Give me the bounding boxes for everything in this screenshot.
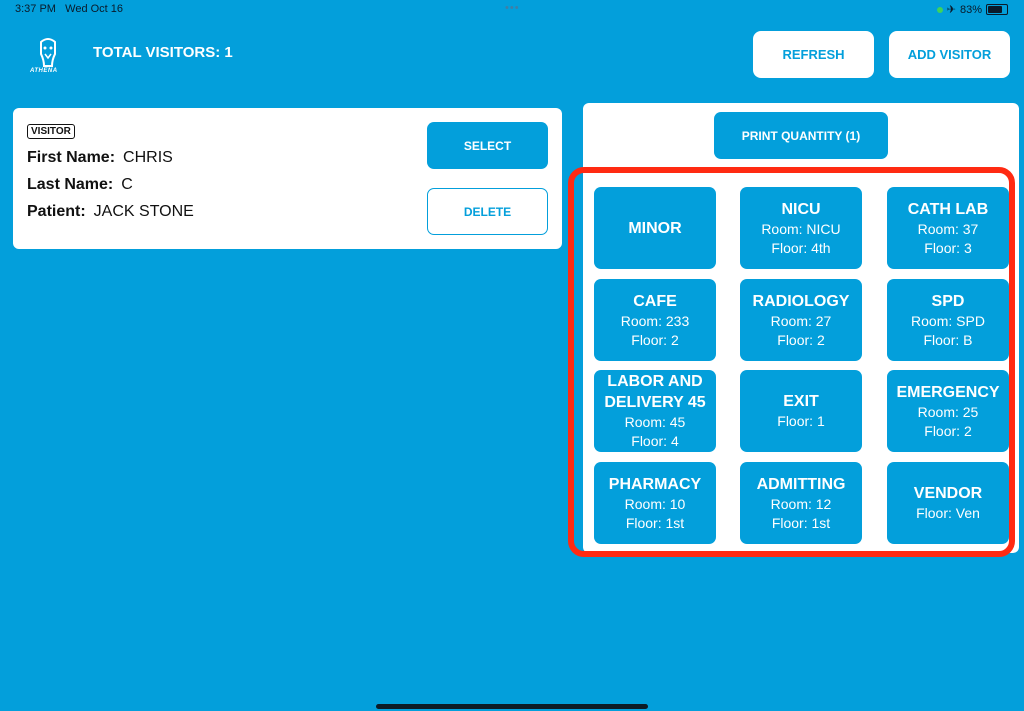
refresh-button[interactable]: REFRESH — [753, 31, 874, 78]
status-right: ✈ 83% — [936, 3, 1008, 16]
first-name-label: First Name: — [27, 149, 116, 166]
home-indicator[interactable] — [376, 704, 648, 709]
visitor-badge: VISITOR — [27, 124, 75, 139]
battery-icon — [986, 4, 1008, 15]
status-bar: 3:37 PM Wed Oct 16 ••• ✈ 83% — [0, 0, 1024, 20]
add-visitor-button[interactable]: ADD VISITOR — [889, 31, 1010, 78]
last-name-value: C — [121, 176, 133, 193]
select-button[interactable]: SELECT — [427, 122, 548, 169]
status-date: Wed Oct 16 — [65, 3, 124, 15]
logo-text: ATHENA — [30, 68, 58, 74]
battery-percent: 83% — [959, 3, 982, 16]
indicator-dot-icon — [936, 6, 943, 13]
status-time: 3:37 PM Wed Oct 16 — [15, 3, 124, 15]
highlight-box — [568, 167, 1015, 557]
airplane-icon: ✈ — [946, 4, 956, 16]
patient-row: Patient: JACK STONE — [27, 203, 194, 221]
first-name-row: First Name: CHRIS — [27, 149, 173, 167]
delete-button[interactable]: DELETE — [427, 188, 548, 235]
patient-label: Patient: — [27, 203, 86, 220]
last-name-row: Last Name: C — [27, 176, 133, 194]
patient-value: JACK STONE — [93, 203, 194, 220]
first-name-value: CHRIS — [123, 149, 173, 166]
print-quantity-button[interactable]: PRINT QUANTITY (1) — [714, 112, 888, 159]
last-name-label: Last Name: — [27, 176, 114, 193]
visitor-card: VISITOR First Name: CHRIS Last Name: C Pat… — [13, 108, 562, 249]
multitask-dots[interactable]: ••• — [505, 2, 520, 14]
total-visitors: TOTAL VISITORS: 1 — [93, 44, 233, 61]
